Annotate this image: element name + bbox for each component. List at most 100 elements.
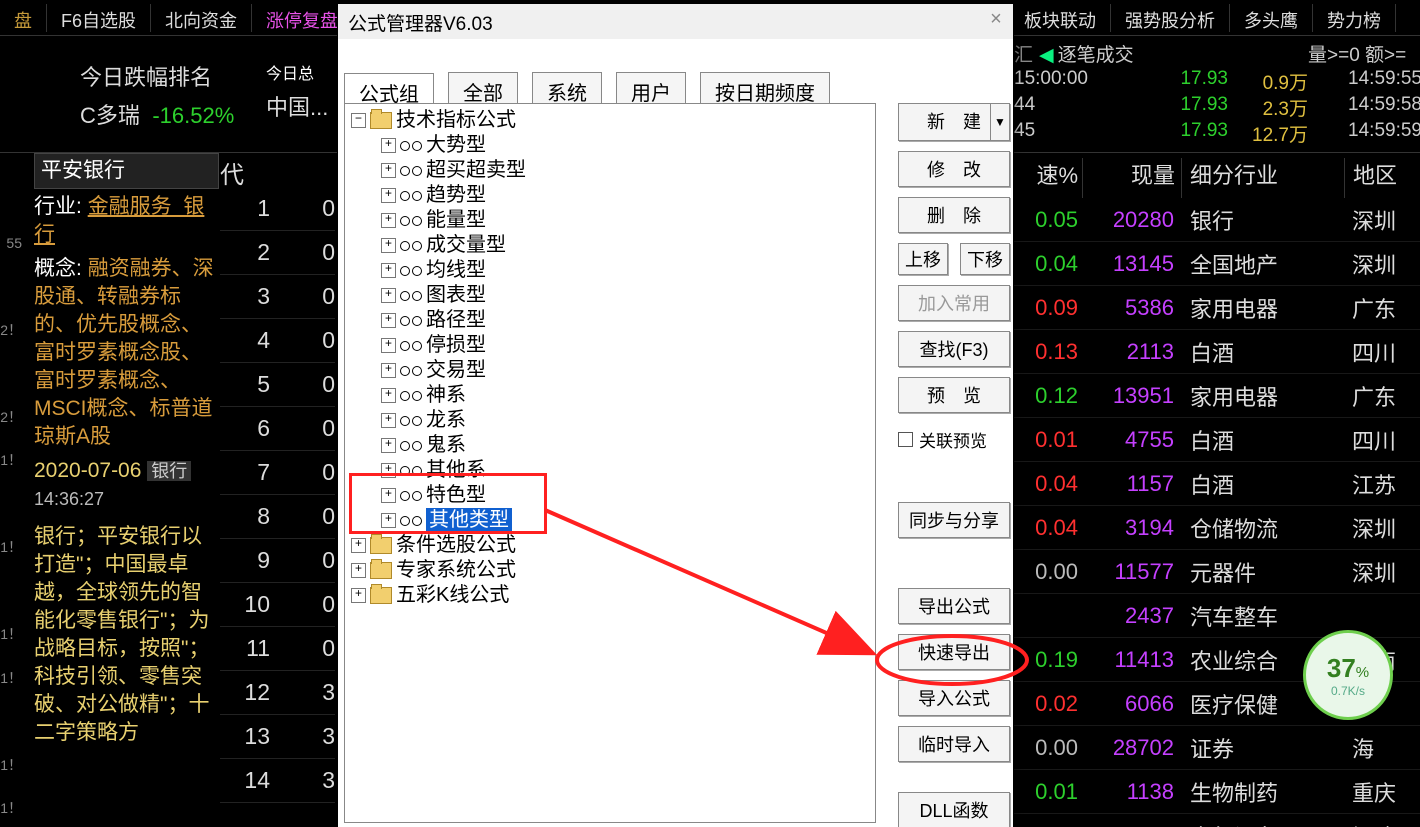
glasses-icon — [400, 466, 422, 476]
stock-name[interactable]: 平安银行 — [34, 153, 219, 189]
preview-button[interactable]: 预 览 — [898, 377, 1010, 413]
table-row[interactable]: 0.0520280银行深圳 — [1012, 198, 1420, 242]
table-row[interactable]: 0.011138生物制药重庆 — [1012, 770, 1420, 814]
play-icon[interactable]: ◀ — [1039, 45, 1054, 66]
find-button[interactable]: 查找(F3) — [898, 331, 1010, 367]
folder-icon — [370, 562, 392, 579]
tree-item[interactable]: +其他系 — [349, 458, 875, 483]
link-preview-checkbox[interactable]: 关联预览 — [898, 427, 1010, 452]
table-row[interactable]: 0.041157白酒江苏 — [1012, 462, 1420, 506]
list-row[interactable]: 143 — [220, 759, 335, 803]
move-up-button[interactable]: 上移 — [898, 243, 948, 275]
list-row[interactable]: 10 — [220, 187, 335, 231]
glasses-icon — [400, 516, 422, 526]
modify-button[interactable]: 修 改 — [898, 151, 1010, 187]
move-down-button[interactable]: 下移 — [960, 243, 1010, 275]
list-row[interactable]: 110 — [220, 627, 335, 671]
glasses-icon — [400, 316, 422, 326]
table-row[interactable]: 0.095386家用电器广东 — [1012, 286, 1420, 330]
formula-tree[interactable]: −技术指标公式+大势型+超买超卖型+趋势型+能量型+成交量型+均线型+图表型+路… — [344, 103, 876, 823]
tree-item[interactable]: +龙系 — [349, 408, 875, 433]
list-row[interactable]: 123 — [220, 671, 335, 715]
glasses-icon — [400, 266, 422, 276]
tree-item[interactable]: +其他类型 — [349, 508, 875, 533]
speed-percent: 37 — [1327, 653, 1356, 683]
info-tag: 银行 — [147, 461, 191, 481]
top-tab[interactable]: 势力榜 — [1313, 4, 1396, 32]
list-row[interactable]: 50 — [220, 363, 335, 407]
checkbox-icon[interactable] — [898, 432, 913, 447]
tree-item[interactable]: +交易型 — [349, 358, 875, 383]
dropdown-icon[interactable]: ▼ — [990, 104, 1009, 140]
table-row[interactable]: 0.132113白酒四川 — [1012, 330, 1420, 374]
list-row[interactable]: 20 — [220, 231, 335, 275]
add-favorite-button[interactable]: 加入常用 — [898, 285, 1010, 321]
dll-function-button[interactable]: DLL函数 — [898, 792, 1010, 827]
top-tab[interactable]: 板块联动 — [1010, 4, 1111, 32]
list-row[interactable]: 40 — [220, 319, 335, 363]
col-industry[interactable]: 细分行业 — [1182, 158, 1345, 198]
tree-item[interactable]: +能量型 — [349, 208, 875, 233]
top-tab[interactable]: 北向资金 — [151, 4, 252, 32]
ticker-row: 15:00:0017.930.9万14:59:55 — [1014, 68, 1420, 94]
list-row[interactable]: 70 — [220, 451, 335, 495]
close-icon[interactable]: × — [985, 8, 1007, 30]
temp-import-button[interactable]: 临时导入 — [898, 726, 1010, 762]
table-row[interactable]: 0.1213951家用电器广东 — [1012, 374, 1420, 418]
tree-item[interactable]: +图表型 — [349, 283, 875, 308]
glasses-icon — [400, 341, 422, 351]
tree-item[interactable]: +趋势型 — [349, 183, 875, 208]
list-row[interactable]: 60 — [220, 407, 335, 451]
tree-item[interactable]: +大势型 — [349, 133, 875, 158]
new-button[interactable]: 新 建▼ — [898, 103, 1010, 141]
top-tab[interactable]: 强势股分析 — [1111, 4, 1230, 32]
tree-item[interactable]: +特色型 — [349, 483, 875, 508]
glasses-icon — [400, 416, 422, 426]
top-tab[interactable]: 盘 — [0, 4, 47, 32]
quick-export-button[interactable]: 快速导出 — [898, 634, 1010, 670]
table-row[interactable]: 0.014755白酒四川 — [1012, 418, 1420, 462]
network-speed-widget[interactable]: 37% 0.7K/s — [1303, 630, 1393, 720]
tree-item[interactable]: +神系 — [349, 383, 875, 408]
col-region[interactable]: 地区 — [1345, 158, 1420, 198]
tree-item[interactable]: +均线型 — [349, 258, 875, 283]
sync-share-button[interactable]: 同步与分享 — [898, 502, 1010, 538]
tree-item[interactable]: +鬼系 — [349, 433, 875, 458]
tree-folder[interactable]: +条件选股公式 — [349, 533, 875, 558]
export-formula-button[interactable]: 导出公式 — [898, 588, 1010, 624]
list-row[interactable]: 133 — [220, 715, 335, 759]
tree-folder[interactable]: −技术指标公式 — [349, 108, 875, 133]
tree-item[interactable]: +成交量型 — [349, 233, 875, 258]
glasses-icon — [400, 216, 422, 226]
col-volume[interactable]: 现量 — [1083, 158, 1182, 198]
col-speed[interactable]: 速% — [1012, 158, 1083, 198]
list-row[interactable]: 80 — [220, 495, 335, 539]
tree-item[interactable]: +路径型 — [349, 308, 875, 333]
top-tab[interactable]: 多头鹰 — [1230, 4, 1313, 32]
table-row[interactable]: 0.0011577元器件深圳 — [1012, 550, 1420, 594]
tree-item[interactable]: +停损型 — [349, 333, 875, 358]
table-row[interactable]: 0.041921电气设备福建 — [1012, 814, 1420, 827]
tree-folder[interactable]: +五彩K线公式 — [349, 583, 875, 608]
tree-folder[interactable]: +专家系统公式 — [349, 558, 875, 583]
table-row[interactable]: 0.0028702证券海 — [1012, 726, 1420, 770]
stock-info-panel: 平安银行 行业: 金融服务_银行 概念: 融资融券、深股通、转融券标的、优先股概… — [34, 153, 219, 747]
glasses-icon — [400, 491, 422, 501]
list-row[interactable]: 100 — [220, 583, 335, 627]
list-row[interactable]: 30 — [220, 275, 335, 319]
concept-label: 概念: — [34, 257, 82, 280]
import-formula-button[interactable]: 导入公式 — [898, 680, 1010, 716]
table-row[interactable]: 0.043194仓储物流深圳 — [1012, 506, 1420, 550]
tree-item[interactable]: +超买超卖型 — [349, 158, 875, 183]
list-row[interactable]: 90 — [220, 539, 335, 583]
dialog-titlebar[interactable]: 公式管理器V6.03 × — [338, 4, 1013, 39]
top-tabs-left: 盘F6自选股北向资金涨停复盘 — [0, 4, 353, 32]
concept-value[interactable]: 融资融券、深股通、转融券标的、优先股概念、富时罗素概念股、富时罗素概念、MSCI… — [34, 257, 214, 448]
glasses-icon — [400, 241, 422, 251]
mid-number-column: 代 102030405060708090100110123133143 — [220, 155, 335, 803]
dialog-buttons: 新 建▼ 修 改 删 除 上移 下移 加入常用 查找(F3) 预 览 关联预览 … — [898, 103, 1010, 827]
top-tab[interactable]: F6自选股 — [47, 4, 151, 32]
table-row[interactable]: 0.0413145全国地产深圳 — [1012, 242, 1420, 286]
delete-button[interactable]: 删 除 — [898, 197, 1010, 233]
ticker-header: 汇◀逐笔成交 — [1014, 40, 1134, 67]
